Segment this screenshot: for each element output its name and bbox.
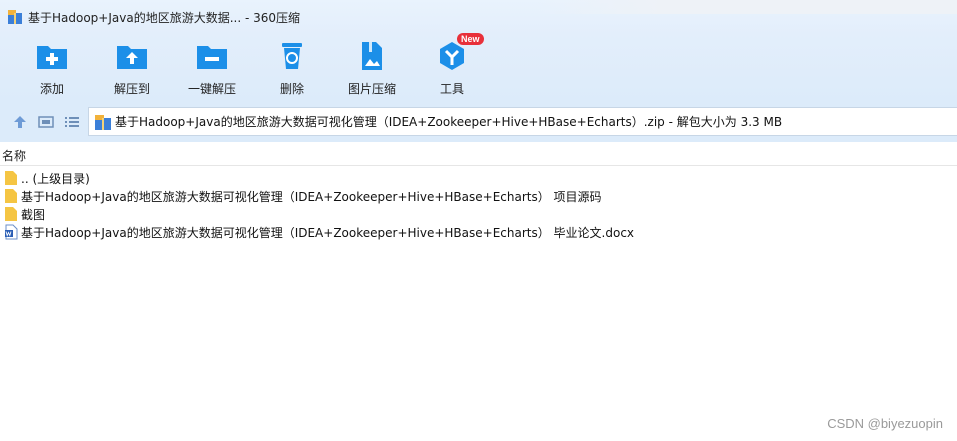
tools-icon: New bbox=[435, 33, 484, 73]
folder-icon bbox=[4, 188, 18, 204]
list-item[interactable]: 截图 bbox=[0, 205, 957, 223]
extract-folder-icon bbox=[115, 39, 149, 73]
word-document-icon bbox=[4, 224, 18, 240]
file-list: 名称 .. (上级目录) 基于Hadoop+Java的地区旅游大数据可视化管理（… bbox=[0, 142, 957, 441]
up-arrow-icon[interactable] bbox=[12, 114, 28, 130]
delete-button[interactable]: 删除 bbox=[262, 39, 322, 97]
image-compress-icon bbox=[355, 39, 389, 73]
folder-icon bbox=[4, 206, 18, 222]
one-click-extract-button[interactable]: 一键解压 bbox=[182, 39, 242, 97]
delete-label: 删除 bbox=[279, 82, 304, 96]
toolbar: 添加 解压到 一键解压 删除 图片压缩 New 工具 bbox=[0, 33, 957, 102]
item-name: 基于Hadoop+Java的地区旅游大数据可视化管理（IDEA+Zookeepe… bbox=[21, 189, 602, 204]
list-item[interactable]: 基于Hadoop+Java的地区旅游大数据可视化管理（IDEA+Zookeepe… bbox=[0, 187, 957, 205]
add-label: 添加 bbox=[39, 82, 64, 96]
extract-to-button[interactable]: 解压到 bbox=[102, 39, 162, 97]
watermark: CSDN @biyezuopin bbox=[827, 416, 943, 431]
folder-icon bbox=[4, 170, 18, 186]
item-name: 截图 bbox=[21, 207, 46, 222]
tools-button[interactable]: New 工具 bbox=[422, 33, 484, 97]
column-name-label: 名称 bbox=[2, 149, 27, 163]
add-button[interactable]: 添加 bbox=[22, 39, 82, 97]
address-field[interactable]: 基于Hadoop+Java的地区旅游大数据可视化管理（IDEA+Zookeepe… bbox=[88, 107, 957, 136]
list-item[interactable]: 基于Hadoop+Java的地区旅游大数据可视化管理（IDEA+Zookeepe… bbox=[0, 223, 957, 241]
extract-to-label: 解压到 bbox=[113, 82, 150, 96]
image-compress-button[interactable]: 图片压缩 bbox=[342, 39, 402, 97]
one-click-extract-icon bbox=[195, 39, 229, 73]
image-compress-label: 图片压缩 bbox=[347, 82, 396, 96]
recycle-bin-icon bbox=[275, 39, 309, 73]
list-view-icon[interactable] bbox=[64, 114, 80, 130]
new-badge: New bbox=[457, 33, 484, 45]
one-click-extract-label: 一键解压 bbox=[187, 82, 236, 96]
tools-label: 工具 bbox=[439, 82, 464, 96]
item-name: 基于Hadoop+Java的地区旅游大数据可视化管理（IDEA+Zookeepe… bbox=[21, 225, 635, 240]
column-header-name[interactable]: 名称 bbox=[0, 142, 957, 166]
item-name: .. (上级目录) bbox=[21, 171, 90, 186]
add-folder-icon bbox=[35, 39, 69, 73]
archive-app-icon bbox=[8, 10, 22, 24]
zip-file-icon bbox=[95, 114, 111, 130]
archive-path: 基于Hadoop+Java的地区旅游大数据可视化管理（IDEA+Zookeepe… bbox=[115, 115, 783, 129]
list-item-parent[interactable]: .. (上级目录) bbox=[0, 169, 957, 187]
address-bar: 基于Hadoop+Java的地区旅游大数据可视化管理（IDEA+Zookeepe… bbox=[0, 102, 957, 142]
thumbnail-view-icon[interactable] bbox=[38, 114, 54, 130]
window-title: 基于Hadoop+Java的地区旅游大数据... - 360压缩 bbox=[28, 10, 301, 25]
title-bar: 基于Hadoop+Java的地区旅游大数据... - 360压缩 bbox=[0, 0, 957, 34]
